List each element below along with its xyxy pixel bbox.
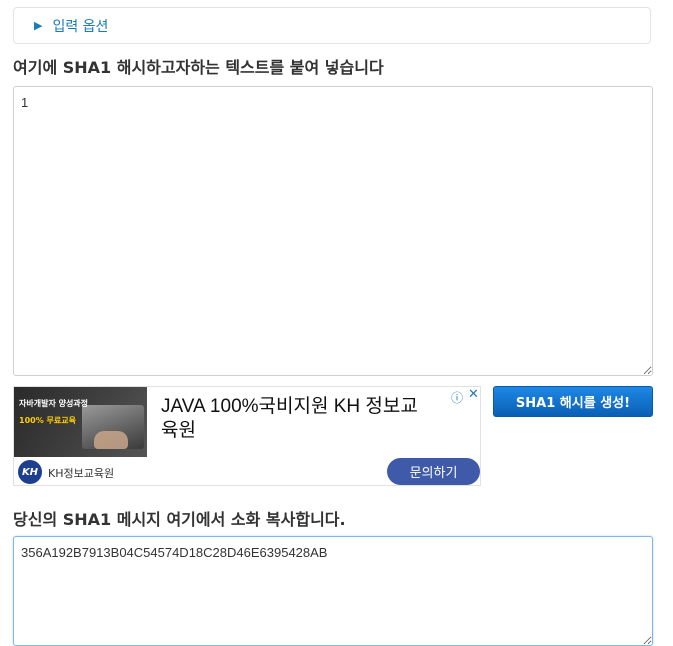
hand-image [94,431,128,449]
ad-image-line1: 자바개발자 양성과정 [19,399,89,408]
input-options-label: 입력 옵션 [52,18,109,35]
output-textarea[interactable]: 356A192B7913B04C54574D18C28D46E6395428AB [13,536,653,646]
ad-inquiry-button[interactable]: 문의하기 [387,458,480,485]
advertisement[interactable]: 자바개발자 양성과정 100% 무료교육 JAVA 100%국비지원 KH 정보… [13,386,481,486]
input-textarea[interactable]: 1 [13,86,653,376]
info-icon[interactable]: ⓘ [451,389,463,406]
input-heading: 여기에 SHA1 해시하고자하는 텍스트를 붙여 넣습니다 [13,58,384,77]
ad-image-line2: 100% 무료교육 [19,416,76,425]
ad-org-name: KH정보교육원 [48,467,115,480]
ad-image[interactable]: 자바개발자 양성과정 100% 무료교육 [14,387,147,457]
kh-logo-icon: KH [18,460,42,484]
triangle-right-icon: ▶ [34,19,43,32]
ad-headline[interactable]: JAVA 100%국비지원 KH 정보교육원 [161,395,431,443]
close-icon[interactable]: ✕ [468,387,479,402]
generate-sha1-button[interactable]: SHA1 해시를 생성! [493,386,653,417]
input-options-toggle[interactable]: ▶ 입력 옵션 [13,7,651,44]
output-heading: 당신의 SHA1 메시지 여기에서 소화 복사합니다. [13,510,346,529]
